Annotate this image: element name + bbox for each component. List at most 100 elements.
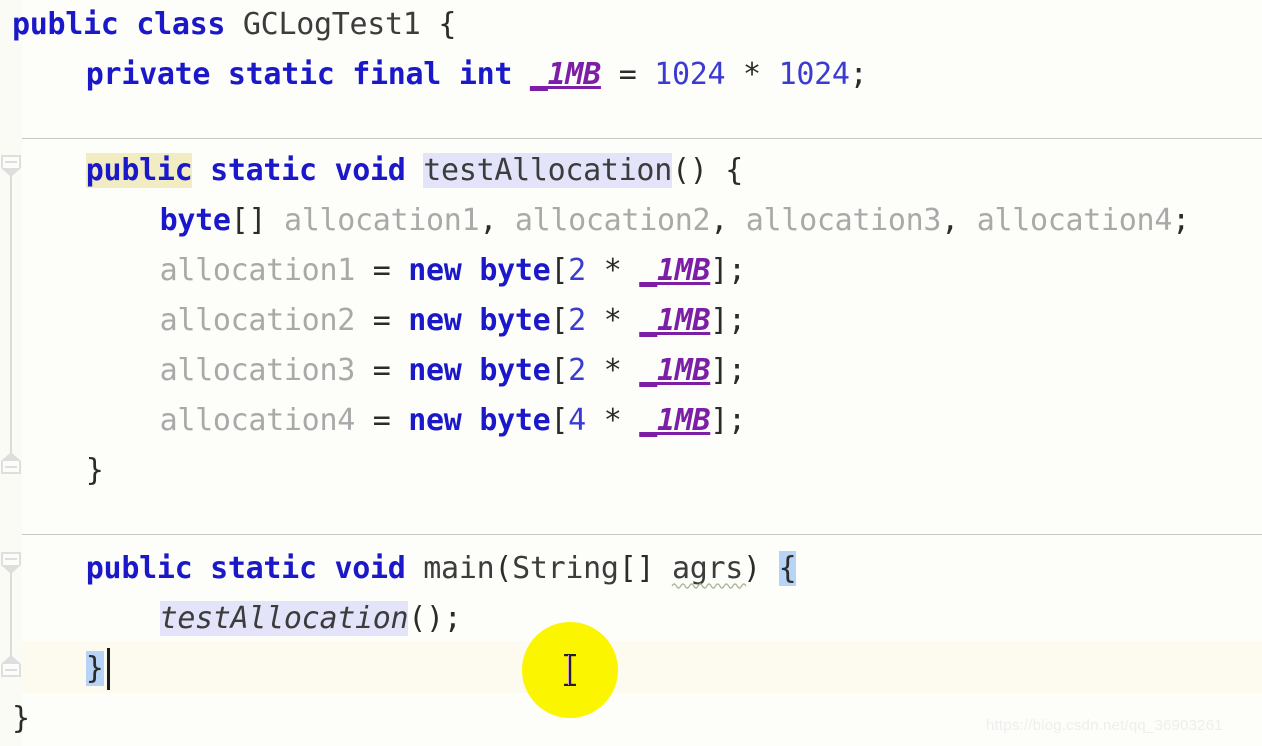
token: = xyxy=(372,253,391,288)
token: ; xyxy=(728,253,746,288)
token: { xyxy=(438,7,457,42)
line-main-decl[interactable]: public static void main(String[] agrs) { xyxy=(0,544,797,594)
token: allocation2 xyxy=(514,203,711,238)
token: new xyxy=(408,303,462,338)
token: ; xyxy=(1172,203,1190,238)
line-allocation2[interactable]: allocation2 = new byte[2 * _1MB]; xyxy=(0,296,746,346)
token: final xyxy=(352,57,442,92)
token: byte xyxy=(159,203,231,238)
line-class-decl[interactable]: public class GCLogTest1 { xyxy=(0,0,456,50)
token: class xyxy=(136,7,226,42)
code-editor[interactable]: public class GCLogTest1 {private static … xyxy=(0,0,1262,746)
token: private xyxy=(85,57,211,92)
token: GCLogTest1 xyxy=(242,7,421,42)
token: , xyxy=(479,203,498,238)
token: byte xyxy=(479,303,551,338)
line-call-testallocation[interactable]: testAllocation(); xyxy=(0,594,462,644)
token: 1024 xyxy=(654,57,726,92)
token: * xyxy=(603,353,622,388)
token: = xyxy=(372,403,391,438)
token: new xyxy=(408,403,462,438)
token: [ xyxy=(550,353,569,388)
token: ] xyxy=(710,403,729,438)
token: allocation4 xyxy=(976,203,1173,238)
token: () xyxy=(671,153,708,188)
token: testAllocation xyxy=(159,601,409,636)
token: 2 xyxy=(568,303,586,338)
token: static xyxy=(227,57,335,92)
token: ; xyxy=(443,601,462,636)
token: = xyxy=(618,57,637,92)
line-byte-declarations[interactable]: byte[] allocation1, allocation2, allocat… xyxy=(0,196,1191,246)
line-close-class[interactable]: } xyxy=(0,694,30,744)
line-allocation1[interactable]: allocation1 = new byte[2 * _1MB]; xyxy=(0,246,746,296)
token: } xyxy=(85,453,104,488)
token: ; xyxy=(849,57,868,92)
token: [ xyxy=(550,253,569,288)
token: * xyxy=(603,403,622,438)
token: allocation1 xyxy=(159,253,356,288)
token: ) xyxy=(743,551,761,586)
token: { xyxy=(725,153,744,188)
line-field-1mb[interactable]: private static final int _1MB = 1024 * 1… xyxy=(0,50,868,100)
token: new xyxy=(408,253,462,288)
token: _1MB xyxy=(639,403,711,438)
token: void xyxy=(334,153,406,188)
token: allocation2 xyxy=(159,303,356,338)
token: byte xyxy=(479,353,551,388)
token: [ xyxy=(550,303,569,338)
token: agrs xyxy=(671,551,747,589)
line-testallocation-decl[interactable]: public static void testAllocation() { xyxy=(0,146,743,196)
token: 4 xyxy=(568,403,586,438)
token: byte xyxy=(479,403,551,438)
token: * xyxy=(603,253,622,288)
line-close-testallocation[interactable]: } xyxy=(0,446,104,496)
site-watermark: https://blog.csdn.net/qq_36903261 xyxy=(986,717,1223,734)
token: * xyxy=(603,303,622,338)
token: _1MB xyxy=(639,353,711,388)
token: String xyxy=(512,551,619,586)
token: void xyxy=(334,551,406,586)
token: , xyxy=(710,203,729,238)
token: ; xyxy=(728,303,746,338)
code-area[interactable]: public class GCLogTest1 {private static … xyxy=(0,0,1262,746)
token: ] xyxy=(710,303,729,338)
token: public xyxy=(85,551,193,586)
text-caret xyxy=(107,648,110,690)
token: allocation3 xyxy=(745,203,942,238)
token: } xyxy=(85,651,104,686)
line-close-main[interactable]: } xyxy=(0,644,104,694)
line-allocation4[interactable]: allocation4 = new byte[4 * _1MB]; xyxy=(0,396,746,446)
token: 2 xyxy=(568,253,586,288)
token: ; xyxy=(728,403,746,438)
token: main xyxy=(423,551,495,586)
token: public xyxy=(85,153,193,188)
token: static xyxy=(210,551,317,586)
token: byte xyxy=(479,253,551,288)
line-allocation3[interactable]: allocation3 = new byte[2 * _1MB]; xyxy=(0,346,746,396)
